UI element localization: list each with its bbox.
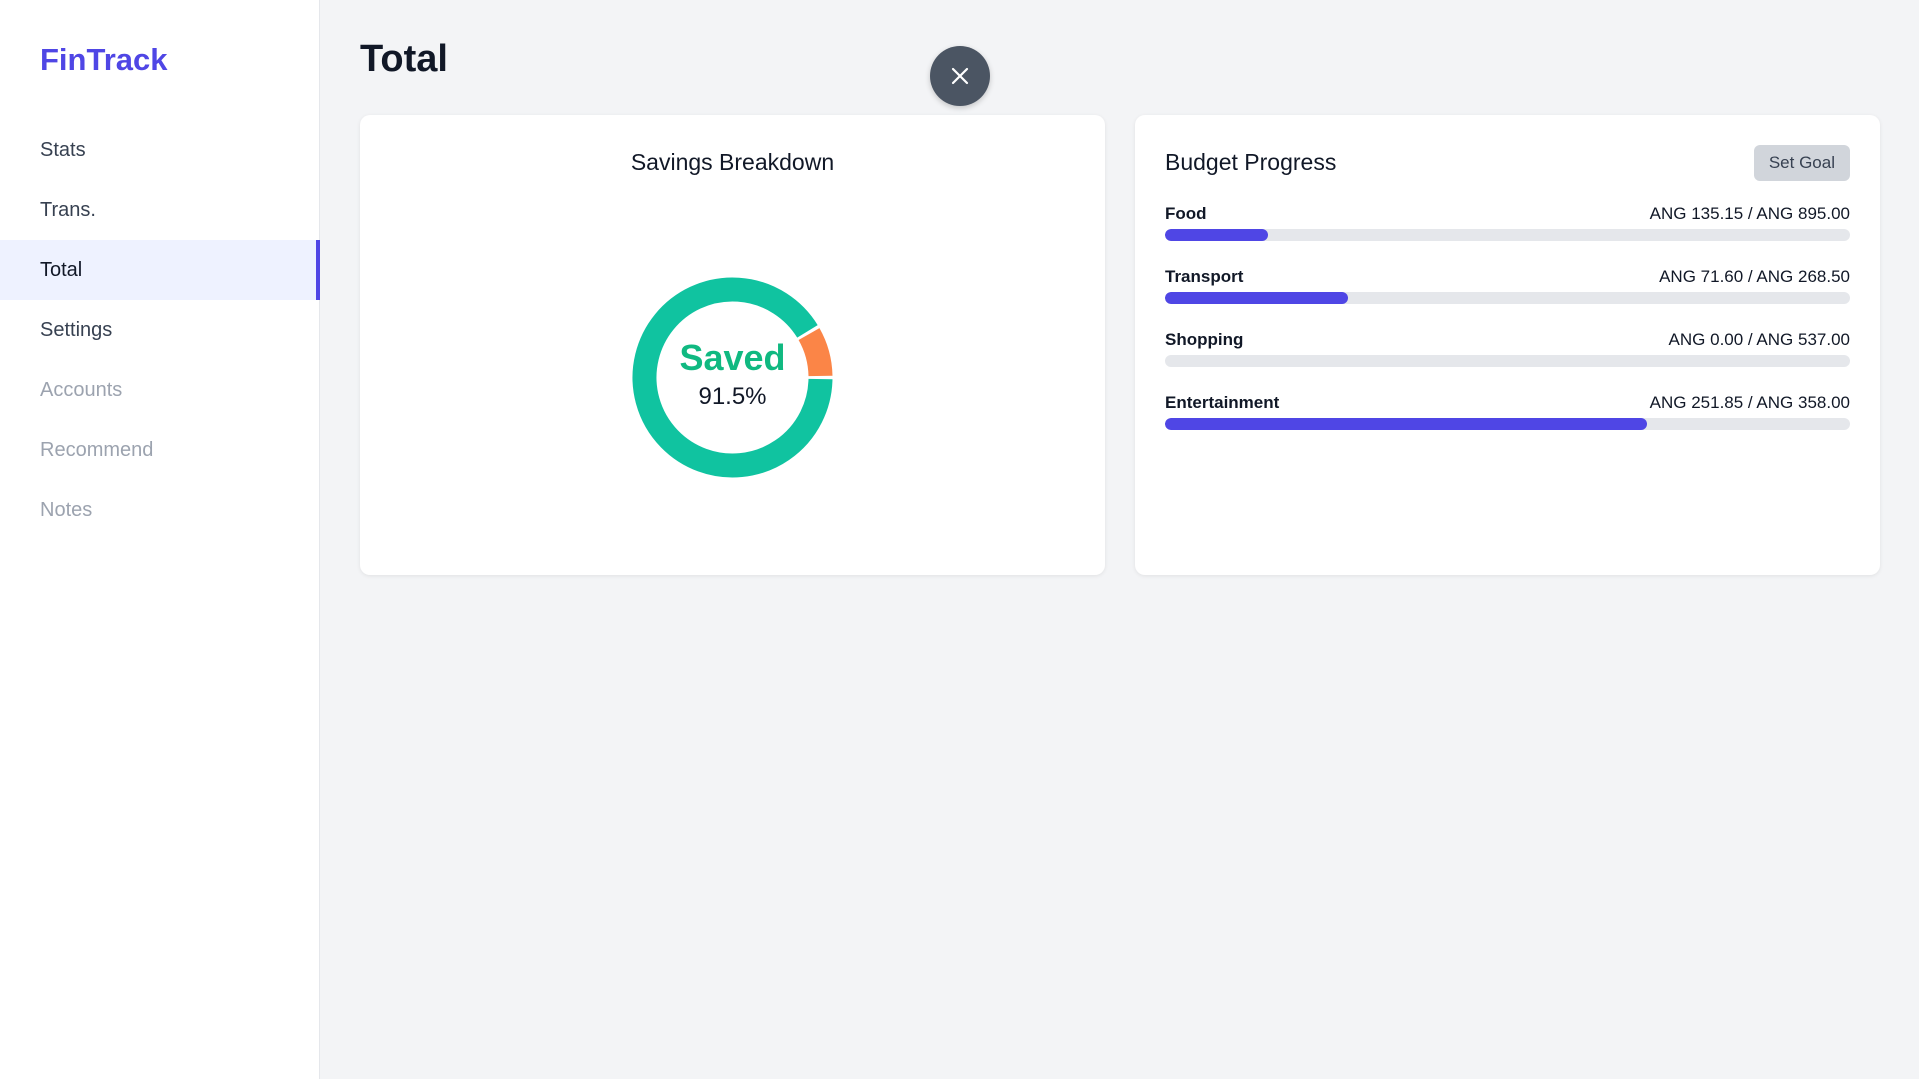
savings-card: Savings Breakdown Saved 91.5% xyxy=(360,115,1105,575)
set-goal-button[interactable]: Set Goal xyxy=(1753,145,1850,181)
sidebar-item-label: Total xyxy=(40,259,83,281)
sidebar-item-trans[interactable]: Trans. xyxy=(0,180,320,240)
progress-track xyxy=(1165,292,1850,304)
sidebar-nav: Stats Trans. Total Settings Accounts Rec… xyxy=(0,120,320,540)
budget-list: Food ANG 135.15 / ANG 895.00 Transport A… xyxy=(1165,203,1850,455)
savings-donut-chart: Saved 91.5% xyxy=(630,275,835,480)
sidebar: FinTrack Stats Trans. Total Settings Acc… xyxy=(0,0,320,1079)
sidebar-item-label: Stats xyxy=(40,139,86,161)
donut-center-value: 91.5% xyxy=(698,383,767,410)
sidebar-item-label: Settings xyxy=(40,319,113,341)
progress-fill xyxy=(1165,229,1269,241)
progress-track xyxy=(1165,229,1850,241)
progress-track xyxy=(1165,418,1850,430)
budget-item-amount: ANG 251.85 / ANG 358.00 xyxy=(1649,393,1850,412)
sidebar-item-accounts[interactable]: Accounts xyxy=(0,360,320,420)
budget-item-shopping: Shopping ANG 0.00 / ANG 537.00 xyxy=(1165,329,1850,392)
sidebar-item-label: Notes xyxy=(40,499,93,521)
budget-item-name: Shopping xyxy=(1165,330,1244,349)
sidebar-item-label: Recommend xyxy=(40,439,154,461)
sidebar-item-recommend[interactable]: Recommend xyxy=(0,420,320,480)
budget-item-name: Food xyxy=(1165,204,1207,223)
sidebar-item-stats[interactable]: Stats xyxy=(0,120,320,180)
progress-fill xyxy=(1165,418,1647,430)
sidebar-item-label: Accounts xyxy=(40,379,123,401)
budget-item-amount: ANG 0.00 / ANG 537.00 xyxy=(1668,330,1850,349)
sidebar-item-total[interactable]: Total xyxy=(0,240,320,300)
budget-item-food: Food ANG 135.15 / ANG 895.00 xyxy=(1165,203,1850,266)
sidebar-item-settings[interactable]: Settings xyxy=(0,300,320,360)
budget-item-name: Entertainment xyxy=(1165,393,1280,412)
donut-center-label: Saved xyxy=(679,337,786,378)
sidebar-item-notes[interactable]: Notes xyxy=(0,480,320,540)
savings-title: Savings Breakdown xyxy=(630,149,835,175)
budget-title: Budget Progress xyxy=(1165,149,1337,175)
budget-item-name: Transport xyxy=(1165,267,1244,286)
budget-item-amount: ANG 71.60 / ANG 268.50 xyxy=(1659,267,1850,286)
budget-card: Budget Progress Set Goal Food ANG 135.15… xyxy=(1135,115,1880,575)
budget-item-amount: ANG 135.15 / ANG 895.00 xyxy=(1649,204,1850,223)
sidebar-item-label: Trans. xyxy=(40,199,96,221)
progress-track xyxy=(1165,355,1850,367)
close-icon xyxy=(951,67,969,85)
close-button[interactable] xyxy=(930,46,990,106)
progress-fill xyxy=(1165,292,1348,304)
budget-item-transport: Transport ANG 71.60 / ANG 268.50 xyxy=(1165,266,1850,329)
app-root: FinTrack Stats Trans. Total Settings Acc… xyxy=(0,0,1919,1079)
brand-logo[interactable]: FinTrack xyxy=(40,42,168,78)
page-title: Total xyxy=(360,38,448,80)
budget-item-entertainment: Entertainment ANG 251.85 / ANG 358.00 xyxy=(1165,392,1850,455)
